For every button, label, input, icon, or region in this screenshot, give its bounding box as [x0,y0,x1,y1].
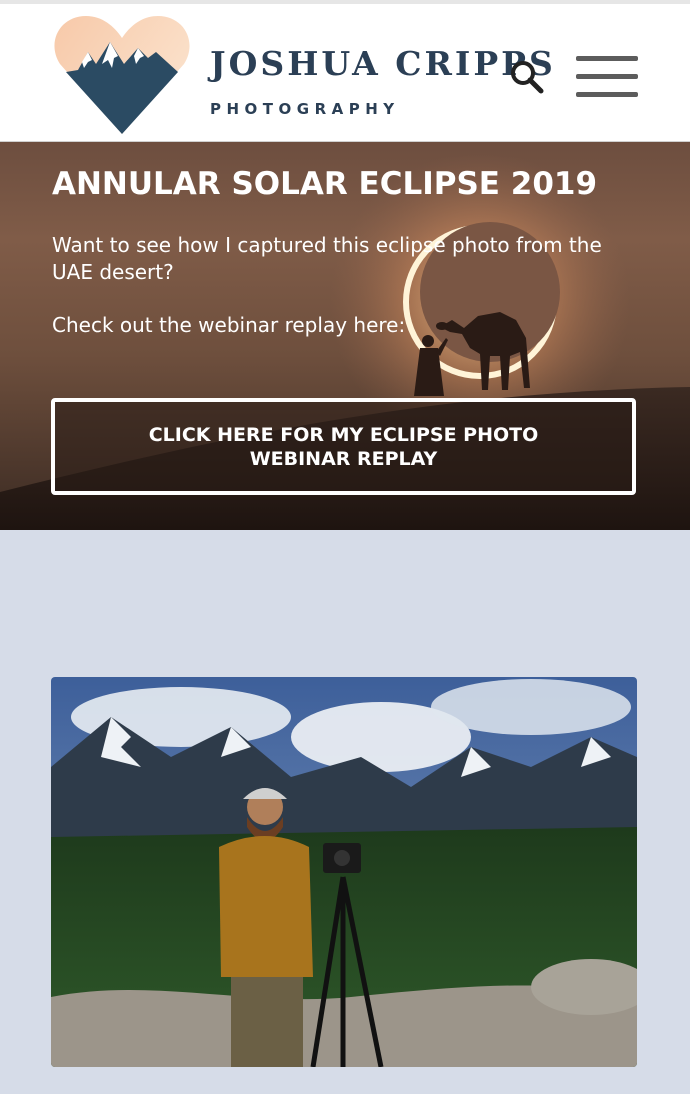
hero-title: ANNULAR SOLAR ECLIPSE 2019 [52,166,598,202]
search-button[interactable] [508,58,548,98]
hero-paragraph: Check out the webinar replay here: [52,313,406,337]
brand-subtitle: PHOTOGRAPHY [210,100,400,118]
site-header: JOSHUA CRIPPS PHOTOGRAPHY [0,0,690,142]
eclipse-hero-banner: ANNULAR SOLAR ECLIPSE 2019 Want to see h… [0,142,690,530]
webinar-replay-button[interactable]: CLICK HERE FOR MY ECLIPSE PHOTO WEBINAR … [51,398,636,495]
menu-bar [576,92,638,97]
search-icon [511,61,544,94]
brand-name[interactable]: JOSHUA CRIPPS [210,44,556,83]
hamburger-menu-button[interactable] [576,56,638,100]
hero-paragraph: Want to see how I captured this eclipse … [52,233,602,284]
menu-bar [576,56,638,61]
mountain-landscape-photo [51,677,637,1067]
page: JOSHUA CRIPPS PHOTOGRAPHY ANNULAR SOLAR … [0,0,690,1094]
photographer-portrait-image [51,677,637,1067]
menu-bar [576,74,638,79]
heart-mountain-logo[interactable] [52,12,192,138]
